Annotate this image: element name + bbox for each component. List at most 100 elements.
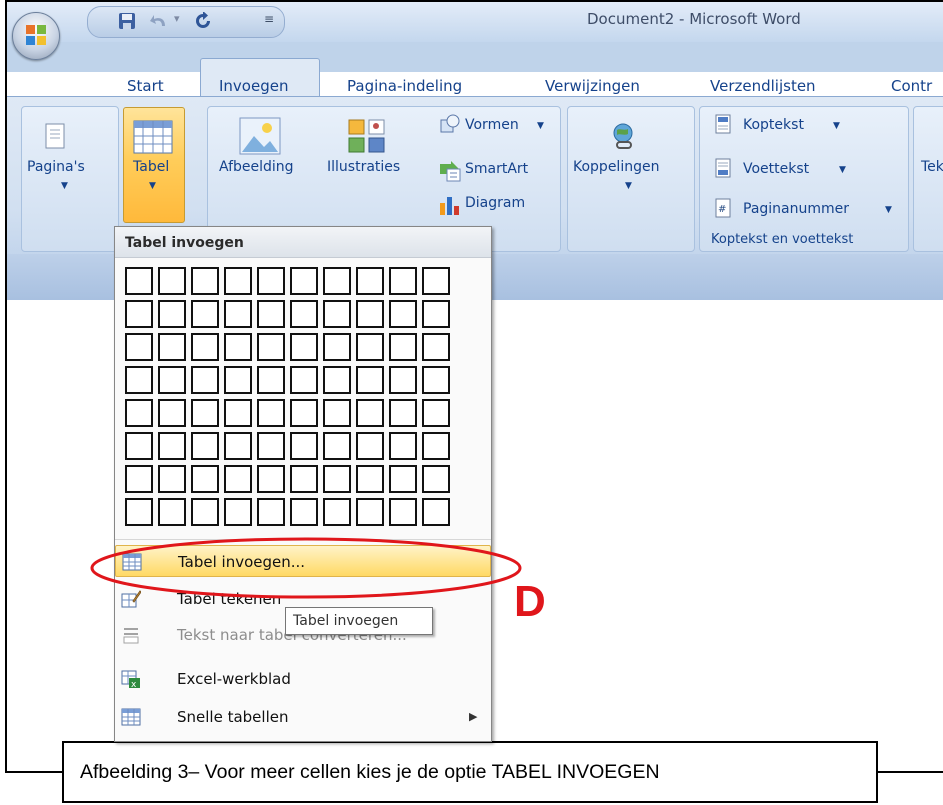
grid-cell[interactable] bbox=[290, 333, 318, 361]
grid-cell[interactable] bbox=[290, 465, 318, 493]
tab-start[interactable]: Start bbox=[127, 77, 164, 95]
grid-cell[interactable] bbox=[257, 465, 285, 493]
grid-cell[interactable] bbox=[191, 399, 219, 427]
grid-cell[interactable] bbox=[422, 267, 450, 295]
vormen-button[interactable]: Vormen bbox=[465, 117, 519, 133]
customize-toolbar-icon[interactable]: ≡ bbox=[264, 12, 274, 26]
grid-cell[interactable] bbox=[356, 399, 384, 427]
grid-cell[interactable] bbox=[323, 267, 351, 295]
smartart-button[interactable]: SmartArt bbox=[465, 161, 528, 177]
grid-cell[interactable] bbox=[191, 465, 219, 493]
grid-cell[interactable] bbox=[125, 498, 153, 526]
grid-cell[interactable] bbox=[323, 366, 351, 394]
koptekst-button[interactable]: Koptekst bbox=[743, 117, 804, 133]
tab-pagina-indeling[interactable]: Pagina-indeling bbox=[347, 77, 462, 95]
grid-cell[interactable] bbox=[158, 498, 186, 526]
koppelingen-button[interactable]: Koppelingen bbox=[573, 159, 659, 175]
undo-icon[interactable] bbox=[150, 13, 168, 29]
grid-cell[interactable] bbox=[191, 333, 219, 361]
grid-cell[interactable] bbox=[125, 366, 153, 394]
undo-dropdown-icon[interactable]: ▾ bbox=[174, 12, 180, 25]
grid-cell[interactable] bbox=[257, 399, 285, 427]
grid-cell[interactable] bbox=[290, 498, 318, 526]
tekst-button[interactable]: Tek bbox=[921, 159, 943, 175]
grid-cell[interactable] bbox=[125, 267, 153, 295]
grid-cell[interactable] bbox=[422, 465, 450, 493]
menu-item-excel-werkblad[interactable]: x Excel-werkblad bbox=[115, 663, 491, 695]
grid-cell[interactable] bbox=[125, 333, 153, 361]
menu-item-snelle-tabellen[interactable]: Snelle tabellen ▶ bbox=[115, 701, 491, 733]
grid-cell[interactable] bbox=[125, 465, 153, 493]
grid-cell[interactable] bbox=[290, 432, 318, 460]
grid-cell[interactable] bbox=[125, 300, 153, 328]
grid-cell[interactable] bbox=[422, 366, 450, 394]
grid-cell[interactable] bbox=[125, 432, 153, 460]
grid-cell[interactable] bbox=[323, 465, 351, 493]
grid-cell[interactable] bbox=[224, 465, 252, 493]
grid-cell[interactable] bbox=[290, 366, 318, 394]
grid-cell[interactable] bbox=[356, 300, 384, 328]
redo-icon[interactable] bbox=[194, 12, 212, 30]
grid-cell[interactable] bbox=[224, 366, 252, 394]
paginas-button[interactable]: Pagina's bbox=[27, 159, 85, 175]
grid-cell[interactable] bbox=[224, 399, 252, 427]
grid-cell[interactable] bbox=[224, 432, 252, 460]
voettekst-button[interactable]: Voettekst bbox=[743, 161, 809, 177]
grid-cell[interactable] bbox=[191, 366, 219, 394]
grid-cell[interactable] bbox=[422, 432, 450, 460]
grid-cell[interactable] bbox=[257, 432, 285, 460]
grid-cell[interactable] bbox=[191, 300, 219, 328]
grid-cell[interactable] bbox=[323, 300, 351, 328]
grid-cell[interactable] bbox=[191, 498, 219, 526]
grid-cell[interactable] bbox=[389, 333, 417, 361]
paginanummer-button[interactable]: Paginanummer bbox=[743, 201, 849, 217]
grid-cell[interactable] bbox=[323, 498, 351, 526]
tab-controleren[interactable]: Contr bbox=[891, 77, 932, 95]
grid-cell[interactable] bbox=[356, 432, 384, 460]
illustraties-button[interactable]: Illustraties bbox=[327, 159, 400, 175]
grid-cell[interactable] bbox=[389, 465, 417, 493]
office-button[interactable] bbox=[12, 12, 60, 60]
grid-cell[interactable] bbox=[158, 465, 186, 493]
grid-cell[interactable] bbox=[290, 300, 318, 328]
grid-cell[interactable] bbox=[158, 333, 186, 361]
grid-cell[interactable] bbox=[158, 399, 186, 427]
grid-cell[interactable] bbox=[158, 300, 186, 328]
grid-cell[interactable] bbox=[257, 300, 285, 328]
grid-cell[interactable] bbox=[191, 267, 219, 295]
grid-cell[interactable] bbox=[224, 333, 252, 361]
save-icon[interactable] bbox=[118, 12, 136, 30]
grid-cell[interactable] bbox=[323, 432, 351, 460]
grid-cell[interactable] bbox=[422, 399, 450, 427]
grid-cell[interactable] bbox=[158, 366, 186, 394]
grid-cell[interactable] bbox=[224, 300, 252, 328]
grid-cell[interactable] bbox=[290, 267, 318, 295]
grid-cell[interactable] bbox=[356, 267, 384, 295]
grid-cell[interactable] bbox=[257, 267, 285, 295]
tab-verwijzingen[interactable]: Verwijzingen bbox=[545, 77, 640, 95]
grid-cell[interactable] bbox=[224, 267, 252, 295]
grid-cell[interactable] bbox=[389, 432, 417, 460]
tab-invoegen[interactable]: Invoegen bbox=[219, 77, 288, 95]
grid-cell[interactable] bbox=[422, 498, 450, 526]
grid-cell[interactable] bbox=[257, 366, 285, 394]
grid-cell[interactable] bbox=[356, 465, 384, 493]
grid-cell[interactable] bbox=[356, 498, 384, 526]
grid-cell[interactable] bbox=[422, 300, 450, 328]
grid-cell[interactable] bbox=[422, 333, 450, 361]
grid-cell[interactable] bbox=[389, 267, 417, 295]
afbeelding-button[interactable]: Afbeelding bbox=[219, 159, 294, 175]
grid-cell[interactable] bbox=[389, 399, 417, 427]
grid-cell[interactable] bbox=[191, 432, 219, 460]
grid-cell[interactable] bbox=[125, 399, 153, 427]
grid-cell[interactable] bbox=[224, 498, 252, 526]
grid-cell[interactable] bbox=[389, 366, 417, 394]
grid-cell[interactable] bbox=[356, 333, 384, 361]
grid-cell[interactable] bbox=[257, 498, 285, 526]
grid-cell[interactable] bbox=[323, 333, 351, 361]
diagram-button[interactable]: Diagram bbox=[465, 195, 525, 211]
grid-cell[interactable] bbox=[389, 498, 417, 526]
grid-cell[interactable] bbox=[323, 399, 351, 427]
grid-cell[interactable] bbox=[389, 300, 417, 328]
grid-cell[interactable] bbox=[356, 366, 384, 394]
